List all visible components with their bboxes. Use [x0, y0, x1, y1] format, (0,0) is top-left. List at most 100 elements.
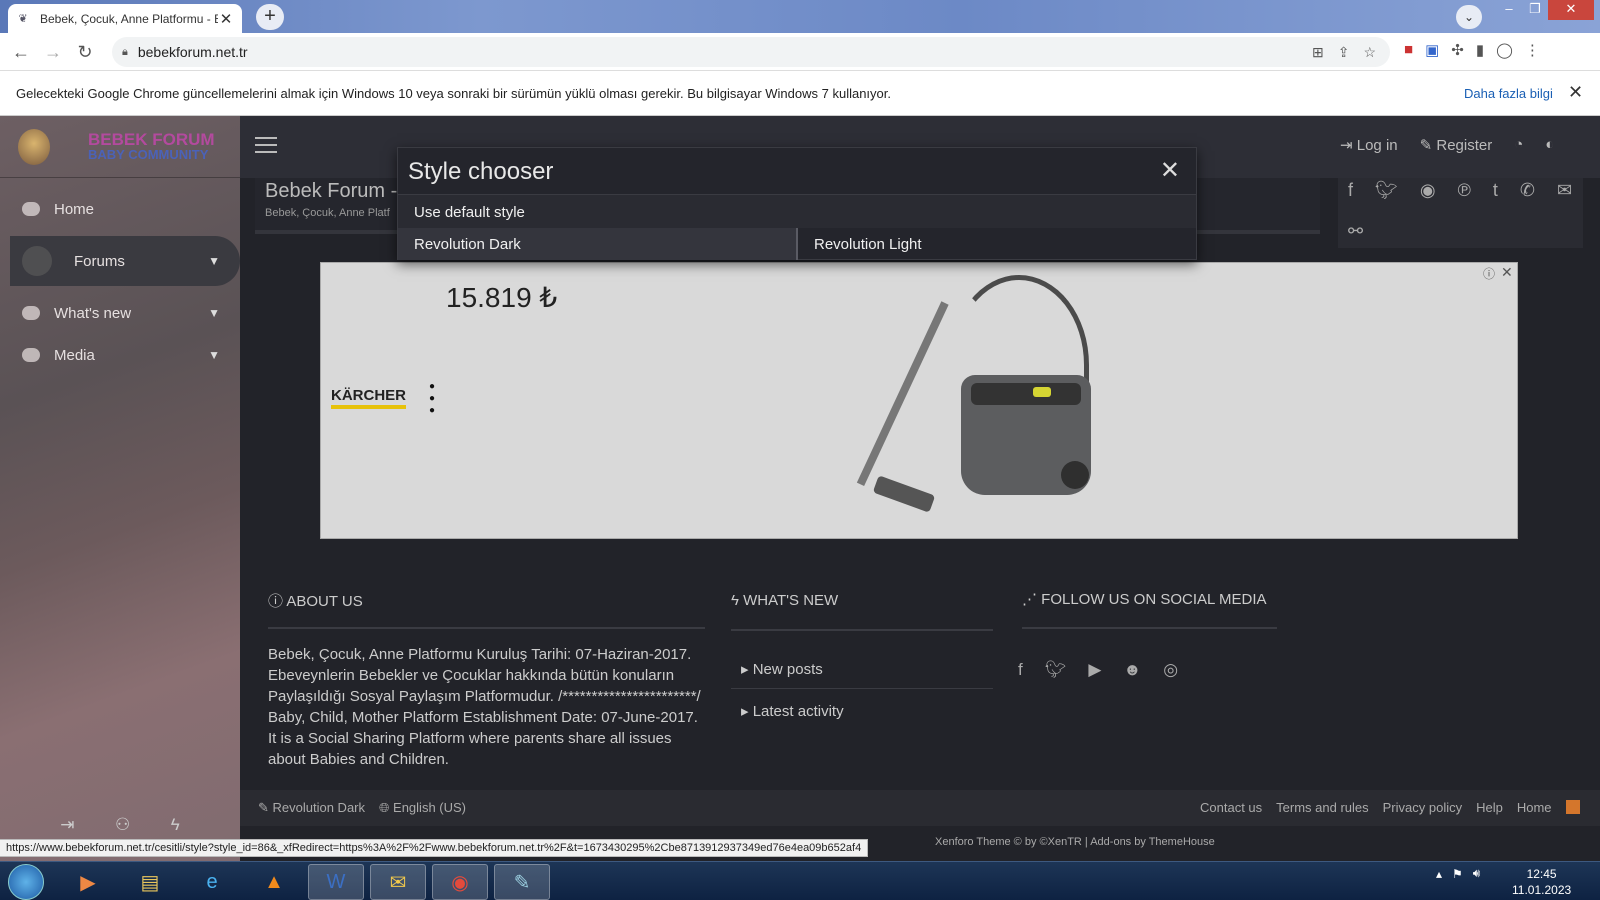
window-close-icon[interactable]: ✕ [1548, 0, 1594, 20]
home-link[interactable]: Home [1517, 800, 1552, 815]
style-option-dark[interactable]: Revolution Dark [398, 228, 798, 260]
chevron-down-icon[interactable]: ▼ [208, 254, 220, 268]
word-icon[interactable]: W [308, 864, 364, 900]
close-icon[interactable]: ✕ [1160, 156, 1180, 185]
latest-activity-link[interactable]: ▸ Latest activity [741, 702, 844, 720]
sidebar-item-forums[interactable]: Forums ▼ [10, 236, 240, 286]
discord-icon[interactable]: ☻ [1123, 660, 1141, 680]
address-bar[interactable]: 🔒︎ bebekforum.net.tr ⊞ ⇪ ☆ [112, 37, 1390, 67]
privacy-link[interactable]: Privacy policy [1383, 800, 1462, 815]
back-arrow-icon[interactable]: ← [10, 41, 32, 63]
sidebar-item-label: Home [54, 200, 95, 218]
style-chooser-link[interactable]: ✎ Revolution Dark [258, 800, 365, 816]
language-chooser-link[interactable]: 🌐︎ English (US) [379, 800, 466, 816]
ad-info-icon[interactable]: ⓘ [1483, 265, 1495, 282]
start-button[interactable] [8, 864, 44, 900]
chrome-icon[interactable]: ◉ [432, 864, 488, 900]
pinterest-icon[interactable]: ℗ [1458, 180, 1471, 205]
facebook-icon[interactable]: f [1348, 180, 1353, 205]
theme-toggle-icon[interactable]: ◐ [1545, 136, 1554, 154]
reddit-icon[interactable]: ◉ [1420, 180, 1436, 205]
auth-links: ⇥ Log in ✎ Register ◔ ◐ [1340, 136, 1554, 154]
tumblr-icon[interactable]: t [1493, 180, 1498, 205]
menu-dots-icon[interactable]: ⋮ [1525, 41, 1540, 59]
profile-avatar-icon[interactable]: ◯ [1496, 41, 1513, 59]
info-message: Gelecekteki Google Chrome güncellemeleri… [16, 86, 891, 101]
internet-explorer-icon[interactable]: e [184, 864, 240, 900]
help-link[interactable]: Help [1476, 800, 1503, 815]
extensions-area: ■ ▣ ✣ ▮ ◯ ⋮ [1404, 41, 1540, 59]
palette-icon[interactable]: ◔ [1514, 136, 1523, 154]
email-icon[interactable]: ✉ [1557, 180, 1572, 205]
vlc-icon[interactable]: ▲ [246, 864, 302, 900]
advertisement[interactable]: 15.819 ₺ KÄRCHER ● ● ● ⓘ ✕ [320, 262, 1518, 539]
extension-icon[interactable]: ■ [1404, 41, 1413, 59]
tray-expand-icon[interactable]: ▴ [1436, 867, 1442, 881]
hamburger-menu-icon[interactable] [255, 137, 277, 153]
sidebar-item-home[interactable]: Home [0, 184, 240, 234]
login-label: Log in [1356, 137, 1398, 154]
vacuum-nozzle-image [872, 475, 936, 513]
maximize-icon[interactable]: ❐ [1522, 0, 1548, 20]
instagram-icon[interactable]: ◎ [1163, 660, 1178, 680]
chevron-down-icon[interactable]: ▼ [208, 306, 220, 320]
side-panel-icon[interactable]: ▮ [1476, 41, 1484, 59]
puzzle-extensions-icon[interactable]: ✣ [1451, 41, 1464, 59]
youtube-icon[interactable]: ▶ [1088, 660, 1101, 680]
contact-us-link[interactable]: Contact us [1200, 800, 1262, 815]
chevron-down-icon[interactable]: ▼ [208, 348, 220, 362]
ad-brand-logo: KÄRCHER [331, 387, 406, 409]
twitter-icon[interactable]: 🐦︎ [1045, 660, 1067, 680]
rss-icon[interactable] [1565, 800, 1580, 814]
reload-icon[interactable]: ↻ [74, 41, 96, 63]
volume-icon[interactable]: 🔊︎ [1473, 866, 1481, 881]
more-info-link[interactable]: Daha fazla bilgi [1464, 86, 1553, 101]
site-logo[interactable]: BEBEK FORUM BABY COMMUNITY [0, 116, 240, 178]
tab-search-chevron-icon[interactable]: ⌄ [1456, 5, 1482, 29]
language-label: English (US) [393, 800, 466, 815]
ad-close-icon[interactable]: ✕ [1501, 264, 1513, 281]
twitter-icon[interactable]: 🐦︎ [1375, 180, 1398, 205]
share-icon[interactable]: ⇪ [1338, 44, 1350, 61]
bookmark-star-icon[interactable]: ☆ [1363, 44, 1376, 61]
login-link[interactable]: ⇥ Log in [1340, 136, 1398, 154]
paint-icon[interactable]: ✎ [494, 864, 550, 900]
outlook-icon[interactable]: ✉ [370, 864, 426, 900]
site-favicon-icon: ❦ [18, 12, 28, 25]
new-posts-link[interactable]: ▸ New posts [741, 660, 823, 678]
clock[interactable]: 12:45 11.01.2023 [1512, 866, 1571, 898]
forward-arrow-icon[interactable]: → [42, 41, 64, 63]
divider [268, 627, 705, 629]
sidebar-item-media[interactable]: Media ▼ [0, 330, 240, 380]
address-text: bebekforum.net.tr [137, 44, 248, 60]
translate-icon[interactable]: ⊞ [1312, 44, 1324, 61]
link-icon[interactable]: ⚯ [1348, 221, 1363, 246]
social-icons: f 🐦︎ ▶ ☻ ◎ [1018, 660, 1178, 680]
info-close-icon[interactable]: ✕ [1568, 82, 1583, 103]
logo-title: BEBEK FORUM [88, 129, 215, 149]
facebook-icon[interactable]: f [1018, 660, 1023, 680]
file-explorer-icon[interactable]: ▤ [122, 864, 178, 900]
caret-right-icon: ▸ [741, 703, 753, 720]
style-option-light[interactable]: Revolution Light [798, 228, 1196, 260]
register-link[interactable]: ✎ Register [1420, 136, 1493, 154]
minimize-icon[interactable]: – [1496, 0, 1522, 20]
whatsapp-icon[interactable]: ✆ [1520, 180, 1535, 205]
social-heading-text: FOLLOW US ON SOCIAL MEDIA [1041, 591, 1267, 608]
windows-taskbar: ▶ ▤ e ▲ W ✉ ◉ ✎ ▴ ⚑ 🔊︎ 12:45 11.01.2023 [0, 861, 1600, 900]
logo-baby-icon [18, 128, 50, 165]
about-text: Bebek, Çocuk, Anne Platformu Kuruluş Tar… [268, 646, 701, 768]
logo-subtitle: BABY COMMUNITY [88, 146, 209, 162]
ad-menu-dots-icon[interactable]: ● ● ● [429, 381, 435, 417]
new-tab-button[interactable]: + [256, 4, 284, 30]
terms-link[interactable]: Terms and rules [1276, 800, 1368, 815]
browser-tab[interactable]: ❦ Bebek, Çocuk, Anne Platformu - B ✕ [8, 4, 242, 33]
media-player-icon[interactable]: ▶ [60, 864, 116, 900]
flag-icon[interactable]: ⚑ [1452, 867, 1463, 881]
extension-icon[interactable]: ▣ [1425, 41, 1439, 59]
use-default-style-option[interactable]: Use default style [398, 195, 1196, 228]
share-buttons: f 🐦︎ ◉ ℗ t ✆ ✉ ⚯ [1338, 178, 1583, 248]
lock-icon: 🔒︎ [122, 45, 128, 58]
update-info-bar: Gelecekteki Google Chrome güncellemeleri… [0, 71, 1600, 116]
tab-close-icon[interactable]: ✕ [218, 10, 234, 28]
